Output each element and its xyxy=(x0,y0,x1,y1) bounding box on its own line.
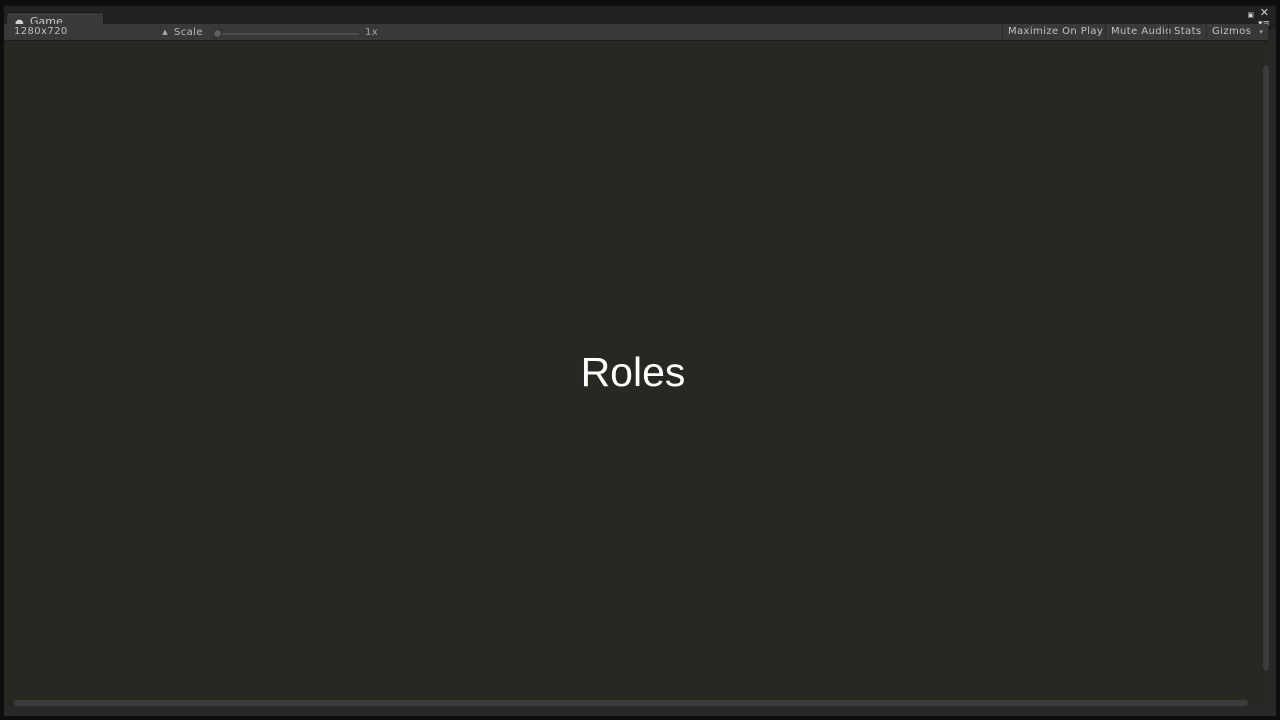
stats-button[interactable]: Stats xyxy=(1168,24,1207,40)
gizmos-button[interactable]: Gizmos ▾ xyxy=(1206,24,1265,40)
vertical-scrollbar[interactable] xyxy=(1262,41,1270,699)
close-icon[interactable]: ✕ xyxy=(1260,7,1269,18)
maximize-on-play-button[interactable]: Maximize On Play xyxy=(1002,24,1108,40)
mute-audio-button[interactable]: Mute Audio xyxy=(1105,24,1177,40)
scale-value: 1x xyxy=(365,27,379,38)
scale-label: Scale xyxy=(174,27,203,38)
horizontal-scrollbar-thumb[interactable] xyxy=(14,700,1248,706)
game-toolbar: 1280x720 ▲ Scale 1x Maximize On Play Mut… xyxy=(4,24,1268,41)
horizontal-scrollbar[interactable] xyxy=(4,699,1270,707)
scale-slider-track[interactable] xyxy=(217,33,359,35)
scale-slider-thumb[interactable] xyxy=(213,29,222,38)
vertical-scrollbar-thumb[interactable] xyxy=(1263,65,1269,671)
gizmos-label: Gizmos xyxy=(1212,26,1252,37)
dropdown-arrow-icon[interactable]: ▾ xyxy=(1259,24,1263,40)
updown-arrows-icon: ▲ xyxy=(162,28,168,36)
resolution-dropdown[interactable]: 1280x720 ▲ xyxy=(4,24,168,40)
game-title-text: Roles xyxy=(580,349,686,395)
resolution-value: 1280x720 xyxy=(14,26,68,37)
maximize-window-icon[interactable]: ▣ xyxy=(1247,10,1254,20)
game-viewport[interactable]: Roles xyxy=(4,41,1262,699)
